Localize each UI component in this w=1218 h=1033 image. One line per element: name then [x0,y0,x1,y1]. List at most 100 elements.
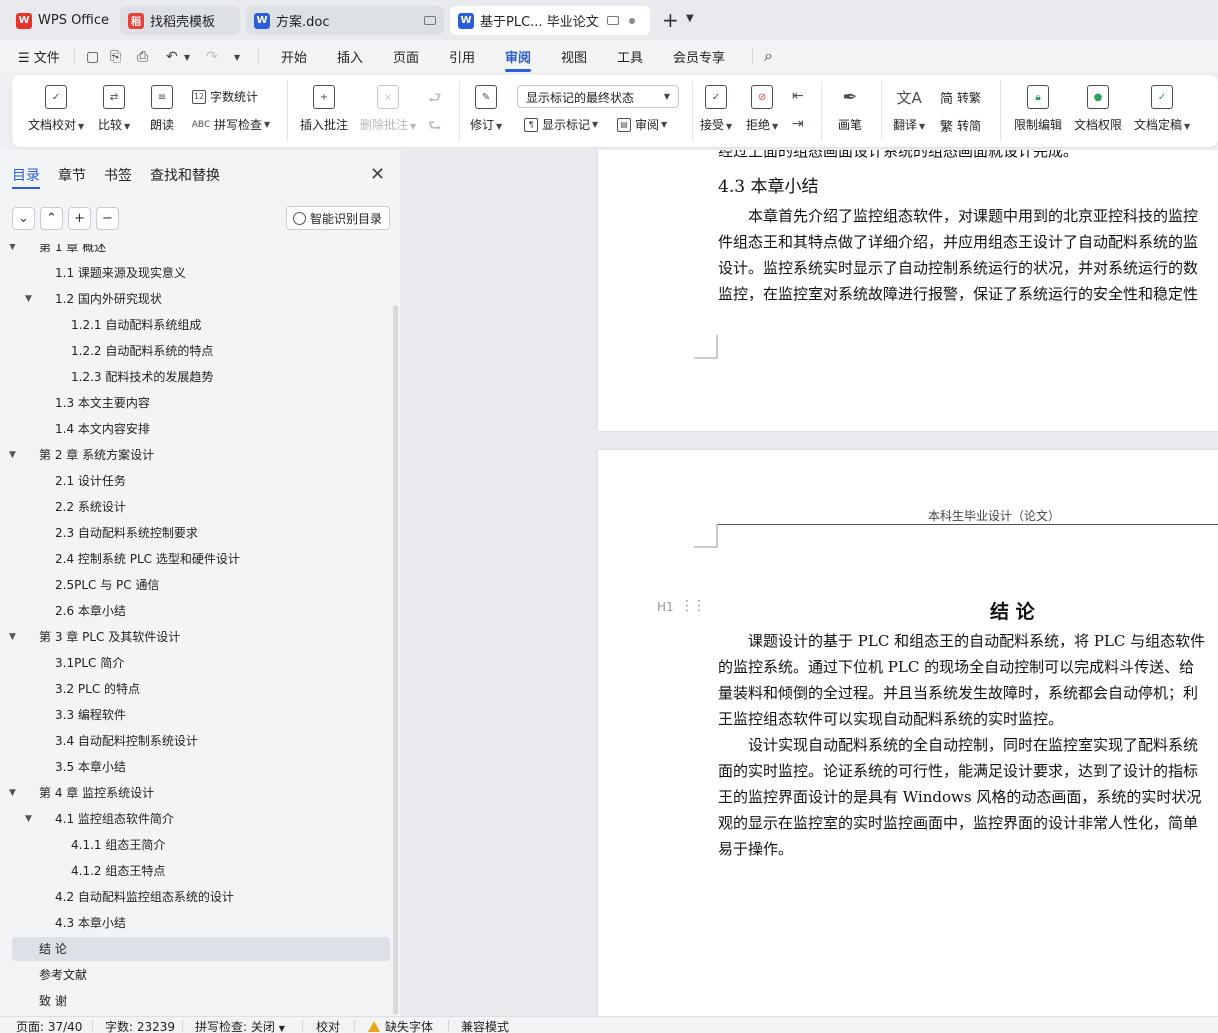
toc-item[interactable]: 致 谢 [0,989,390,1013]
file-menu[interactable]: ☰ 文件 [18,47,60,66]
menu-home[interactable]: 开始 [281,47,307,66]
toc-item[interactable]: 2.6 本章小结 [0,599,390,623]
menu-insert[interactable]: 插入 [337,47,363,66]
tab-wps-office[interactable]: W WPS Office [8,6,117,35]
to-traditional-button[interactable]: 简 转繁 [940,88,981,107]
menu-member[interactable]: 会员专享 [673,47,725,66]
chevron-down-icon[interactable]: ▼ [184,53,190,62]
toc-item[interactable]: 3.3 编程软件 [0,703,390,727]
paragraph-line[interactable]: 量装料和倾倒的全过程。并且当系统发生故障时，系统都会自动停机；利 [718,680,1198,706]
toc-item[interactable]: 3.2 PLC 的特点 [0,677,390,701]
toc-item[interactable]: 2.1 设计任务 [0,469,390,493]
tab-bookmarks[interactable]: 书签 [104,165,132,185]
search-icon[interactable]: ⌕ [764,46,773,66]
toc-item[interactable]: 1.4 本文内容安排 [0,417,390,441]
print-preview-icon[interactable]: ⎙ [137,49,148,65]
drag-handle-icon[interactable]: ⋮⋮ [680,598,706,614]
toc-item[interactable]: 1.2.3 配料技术的发展趋势 [0,365,390,389]
compat-mode-indicator[interactable]: 兼容模式 [461,1018,509,1033]
expand-icon[interactable]: ⌄ [12,207,35,230]
compare-button[interactable]: ⇄ 比较 ▼ [98,85,130,133]
menu-view[interactable]: 视图 [561,47,587,66]
paragraph-line[interactable]: 王监控组态软件可以实现自动配料系统的实时监控。 [718,706,1063,732]
paragraph-line[interactable]: 课题设计的基于 PLC 和组态王的自动配料系统，将 PLC 与组态软件 [748,628,1205,654]
to-simplified-button[interactable]: 繁 转简 [940,116,981,135]
smart-toc-button[interactable]: 智能识别目录 [286,206,390,230]
toc-item[interactable]: 3.5 本章小结 [0,755,390,779]
paragraph-line[interactable]: 面的实时监控。论证系统的可行性，能满足设计要求，达到了设计的指标 [718,758,1198,784]
remove-heading-icon[interactable]: − [96,207,119,230]
toc-item[interactable]: 2.2 系统设计 [0,495,390,519]
doc-check-button[interactable]: ✓ 文档校对 ▼ [28,85,84,133]
tab-thesis[interactable]: W 基于PLC... 毕业论文 [450,6,650,35]
track-changes-button[interactable]: ✎ 修订 ▼ [470,85,502,133]
conclusion-title[interactable]: 结 论 [990,597,1035,624]
document-page[interactable]: 本科生毕业设计（论文） 结 论 课题设计的基于 PLC 和组态王的自动配料系统，… [598,450,1218,1016]
expand-toggle-icon[interactable]: ▼ [25,807,32,831]
proofread-indicator[interactable]: 校对 [316,1018,340,1033]
paragraph-line[interactable]: 观的显示在监控室的实时监控画面中，监控界面的设计非常人性化，简单 [718,810,1198,836]
previous-comment-icon[interactable]: ⮐ [428,88,442,113]
word-count-indicator[interactable]: 字数: 23239 [105,1018,175,1033]
toc-item[interactable]: 3.4 自动配料控制系统设计 [0,729,390,753]
menu-page[interactable]: 页面 [393,47,419,66]
word-count-button[interactable]: 12 字数统计 [192,88,258,105]
paragraph-line[interactable]: 经过上面的组态画面设计系统的组态画面就设计完成。 [718,150,1078,164]
monitor-icon[interactable] [606,16,619,25]
pen-button[interactable]: ✒ 画笔 [838,85,862,133]
toc-item[interactable]: ▼ 第 2 章 系统方案设计 [0,443,390,467]
section-heading[interactable]: 4.3 本章小结 [718,172,818,197]
accept-button[interactable]: ✓ 接受 ▼ [700,85,732,133]
read-aloud-button[interactable]: ≡ 朗读 [150,85,174,133]
reject-button[interactable]: ⊘ 拒绝 ▼ [746,85,778,133]
next-change-icon[interactable]: ⇥ [792,116,804,132]
save-icon[interactable]: ▢ [86,49,99,65]
next-comment-icon[interactable]: ⮑ [428,116,442,141]
restrict-edit-button[interactable]: 🔒︎ 限制编辑 [1014,85,1062,133]
document-page[interactable]: 经过上面的组态画面设计系统的组态画面就设计完成。 4.3 本章小结 本章首先介绍… [598,150,1218,431]
tab-docer[interactable]: 稻 找稻壳模板 [120,6,240,35]
expand-toggle-icon[interactable]: ▼ [9,443,16,467]
paragraph-line[interactable]: 易于操作。 [718,836,793,862]
scrollbar[interactable] [393,305,398,1015]
toc-item[interactable]: 4.1.2 组态王特点 [0,859,390,883]
toc-item[interactable]: 4.3 本章小结 [0,911,390,935]
expand-toggle-icon[interactable]: ▼ [25,287,32,311]
toc-item[interactable]: 4.2 自动配料监控组态系统的设计 [0,885,390,909]
toc-item[interactable]: 1.1 课题来源及现实意义 [0,261,390,285]
menu-review[interactable]: 审阅 [505,47,531,66]
export-icon[interactable]: ⎘ [110,49,121,65]
toc-item[interactable]: 结 论 [12,937,390,961]
missing-font-indicator[interactable]: 缺失字体 [368,1018,433,1033]
tab-fangan-doc[interactable]: W 方案.doc [246,6,444,35]
tab-sections[interactable]: 章节 [58,165,86,185]
toc-item[interactable]: 2.5PLC 与 PC 通信 [0,573,390,597]
monitor-icon[interactable] [424,16,436,25]
tab-toc[interactable]: 目录 [12,165,40,185]
toc-item[interactable]: 参考文献 [0,963,390,987]
toc-item[interactable]: 1.2.2 自动配料系统的特点 [0,339,390,363]
paragraph-line[interactable]: 的监控系统。通过下位机 PLC 的现场全自动控制可以完成料斗传送、给 [718,654,1194,680]
add-heading-icon[interactable]: + [68,207,91,230]
toc-item[interactable]: ▼ 第 3 章 PLC 及其软件设计 [0,625,390,649]
toc-item[interactable]: ▼ 第 1 章 概述 [0,244,390,259]
toc-item[interactable]: 1.3 本文主要内容 [0,391,390,415]
paragraph-line[interactable]: 本章首先介绍了监控组态软件，对课题中用到的北京亚控科技的监控 [748,203,1198,229]
menu-tools[interactable]: 工具 [617,47,643,66]
expand-toggle-icon[interactable]: ▼ [9,781,16,805]
paragraph-line[interactable]: 设计。监控系统实时显示了自动控制系统运行的状况，并对系统运行的数 [718,255,1198,281]
toc-item[interactable]: 4.1.1 组态王简介 [0,833,390,857]
heading-level-marker[interactable]: H1 [657,600,674,614]
document-canvas[interactable]: 经过上面的组态画面设计系统的组态画面就设计完成。 4.3 本章小结 本章首先介绍… [403,150,1218,1016]
chevron-down-icon[interactable]: ▼ [686,13,694,24]
translate-button[interactable]: 文A 翻译 ▼ [893,85,925,133]
toc-item[interactable]: 1.2.1 自动配料系统组成 [0,313,390,337]
close-icon[interactable]: ✕ [370,164,385,185]
undo-icon[interactable]: ↶ [166,49,178,65]
toc-item[interactable]: 3.1PLC 简介 [0,651,390,675]
spell-check-button[interactable]: ABC 拼写检查 ▼ [192,116,270,133]
paragraph-line[interactable]: 件组态王和其特点做了详细介绍，并应用组态王设计了自动配料系统的监 [718,229,1198,255]
tab-find-replace[interactable]: 查找和替换 [150,165,220,185]
review-pane-button[interactable]: ▤ 审阅 ▼ [617,116,667,133]
collapse-icon[interactable]: ⌃ [40,207,63,230]
